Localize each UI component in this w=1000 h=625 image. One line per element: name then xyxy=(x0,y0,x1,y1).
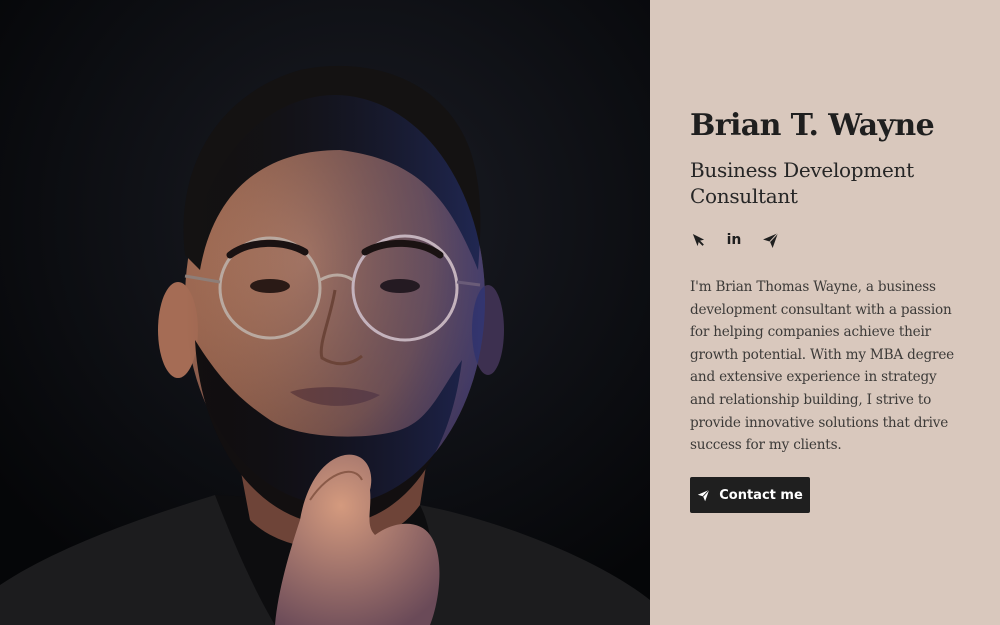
profile-bio: I'm Brian Thomas Wayne, a business devel… xyxy=(690,279,955,454)
linkedin-label: in xyxy=(726,232,742,248)
profile-role: Business Development Consultant xyxy=(690,158,914,208)
telegram-icon xyxy=(697,489,710,502)
profile-page: Brian T. Wayne Business Development Cons… xyxy=(0,0,1000,625)
telegram-icon[interactable] xyxy=(755,227,785,253)
cursor-icon[interactable] xyxy=(683,227,713,253)
profile-name: Brian T. Wayne xyxy=(690,108,935,143)
social-links: in xyxy=(683,227,785,253)
portrait-photo xyxy=(0,0,650,625)
profile-panel: Brian T. Wayne Business Development Cons… xyxy=(650,0,1000,625)
contact-button[interactable]: Contact me xyxy=(690,477,810,513)
linkedin-icon[interactable]: in xyxy=(719,227,749,253)
contact-button-label: Contact me xyxy=(719,487,803,503)
